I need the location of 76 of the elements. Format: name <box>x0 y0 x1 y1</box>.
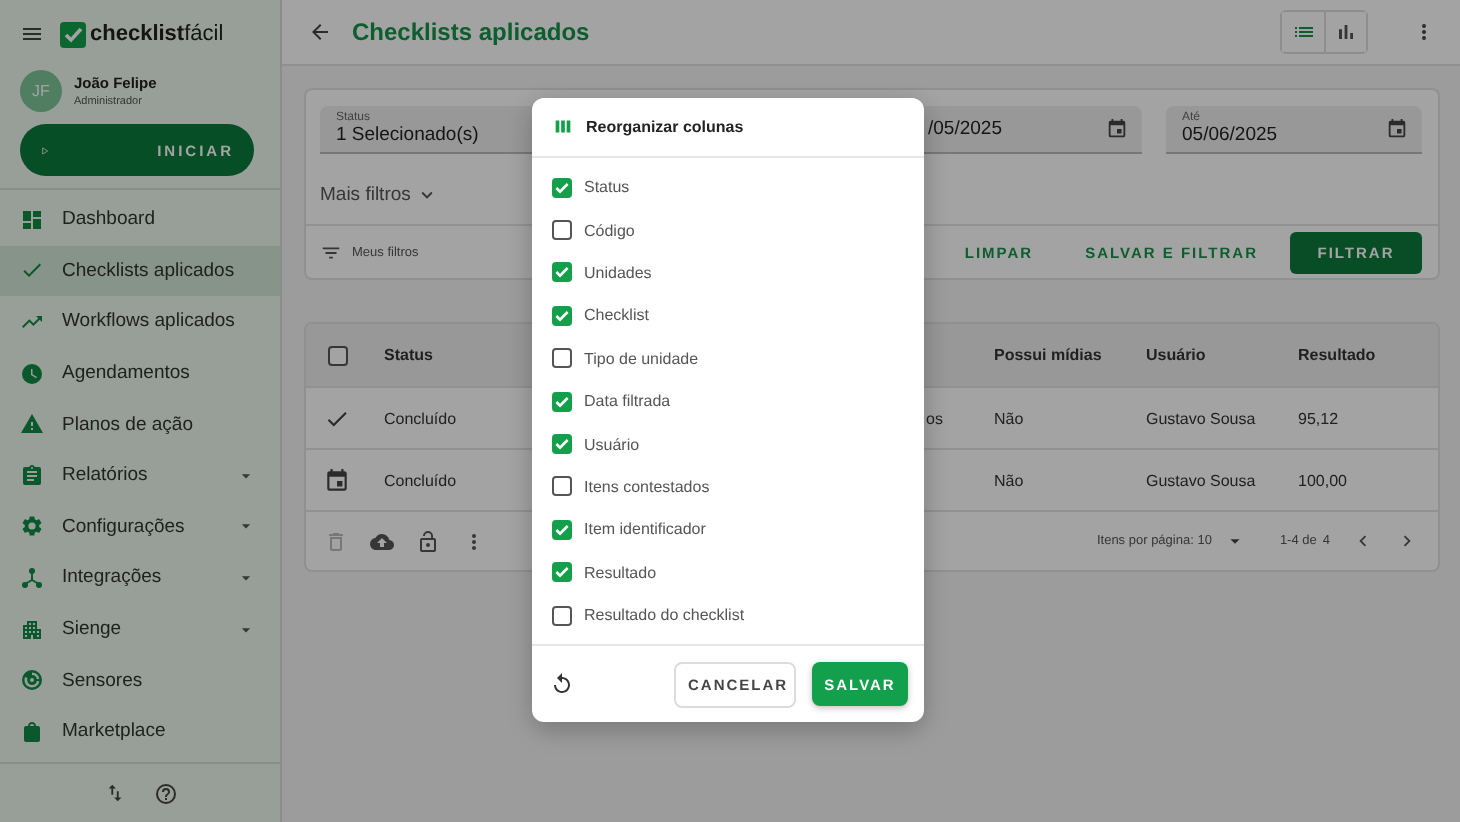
checkbox-label: Data filtrada <box>584 392 671 411</box>
table-cell: Não <box>994 471 1024 489</box>
checkbox[interactable] <box>552 476 572 497</box>
menu-icon[interactable] <box>20 22 44 46</box>
table-cell: os <box>926 409 943 427</box>
radar-icon <box>20 668 44 693</box>
checkbox[interactable] <box>552 434 572 455</box>
nav-item[interactable]: Agendamentos <box>0 347 280 399</box>
warning-icon <box>20 412 44 437</box>
nav-item[interactable]: Checklists aplicados <box>0 245 280 297</box>
checkbox-label: Itens contestados <box>584 477 710 496</box>
checkbox[interactable] <box>552 519 572 540</box>
nav-item[interactable]: Dashboard <box>0 194 280 246</box>
checkbox-label: Código <box>584 221 635 240</box>
nav-item[interactable]: Integrações <box>0 552 280 604</box>
table-cell: Gustavo Sousa <box>1146 471 1256 489</box>
table-cell: Concluído <box>384 471 457 489</box>
bar-chart-icon <box>1334 20 1358 44</box>
checkbox-label: Status <box>584 178 630 197</box>
brand-name: checklistfácil <box>90 22 224 46</box>
checkbox[interactable] <box>552 391 572 412</box>
checkbox-label: Tipo de unidade <box>584 349 699 368</box>
checkbox[interactable] <box>327 345 347 365</box>
checkbox[interactable] <box>552 262 572 283</box>
page-title: Checklists aplicados <box>352 18 592 46</box>
lock-icon[interactable] <box>416 529 440 553</box>
dialog-title: Reorganizar colunas <box>586 118 744 136</box>
clipboard-icon <box>20 463 44 488</box>
checkbox[interactable] <box>552 348 572 369</box>
clock-icon <box>20 361 44 386</box>
column-header[interactable]: Possui mídias <box>994 346 1102 364</box>
checkbox[interactable] <box>552 562 572 583</box>
table-cell: Concluído <box>384 409 457 427</box>
checkbox-label: Resultado do checklist <box>584 606 745 625</box>
cloud-upload-icon[interactable] <box>370 529 394 553</box>
settings-icon <box>20 514 44 539</box>
nav-item[interactable]: Marketplace <box>0 705 280 758</box>
checkbox[interactable] <box>552 305 572 326</box>
column-header[interactable]: Status <box>384 346 433 364</box>
checkbox[interactable] <box>552 177 572 198</box>
checkbox-label: Resultado <box>584 563 657 582</box>
building-icon <box>20 617 44 642</box>
nav-item[interactable]: Workflows aplicados <box>0 296 280 348</box>
checkbox-label: Item identificador <box>584 520 706 539</box>
check-icon <box>20 258 44 283</box>
column-header[interactable]: Resultado <box>1298 346 1376 364</box>
back-arrow-icon[interactable] <box>308 20 332 44</box>
dashboard-icon <box>20 207 44 232</box>
checkbox-label: Checklist <box>584 306 649 325</box>
table-cell: 100,00 <box>1298 471 1347 489</box>
chart-view-button[interactable] <box>1324 12 1366 52</box>
table-cell: Gustavo Sousa <box>1146 409 1256 427</box>
play-icon <box>40 141 50 159</box>
logo-icon <box>60 21 86 47</box>
column-header[interactable]: Usuário <box>1146 346 1206 364</box>
checkbox[interactable] <box>552 220 572 241</box>
more-filters-toggle[interactable]: Mais filtros <box>306 154 453 212</box>
nav-item[interactable]: Configurações <box>0 501 280 553</box>
user-avatar: JF <box>20 69 62 111</box>
network-icon <box>20 565 44 590</box>
columns-icon <box>552 116 574 138</box>
nav-item[interactable]: Sienge <box>0 603 280 655</box>
nav-item[interactable]: Sensores <box>0 654 280 706</box>
reset-icon[interactable] <box>550 672 574 697</box>
checkbox-label: Unidades <box>584 263 652 282</box>
nav-item[interactable]: Relatórios <box>0 449 280 502</box>
sort-icon[interactable] <box>103 782 125 804</box>
table-cell: Não <box>994 409 1024 427</box>
checkbox-label: Usuário <box>584 435 640 454</box>
calendar-icon <box>1106 118 1128 140</box>
nav-item[interactable]: Planos de ação <box>0 398 280 450</box>
calendar-icon <box>1386 118 1408 140</box>
help-icon[interactable] <box>153 781 177 805</box>
table-cell: 95,12 <box>1298 409 1339 427</box>
checkbox[interactable] <box>552 605 572 626</box>
shopping-bag-icon <box>20 719 44 744</box>
